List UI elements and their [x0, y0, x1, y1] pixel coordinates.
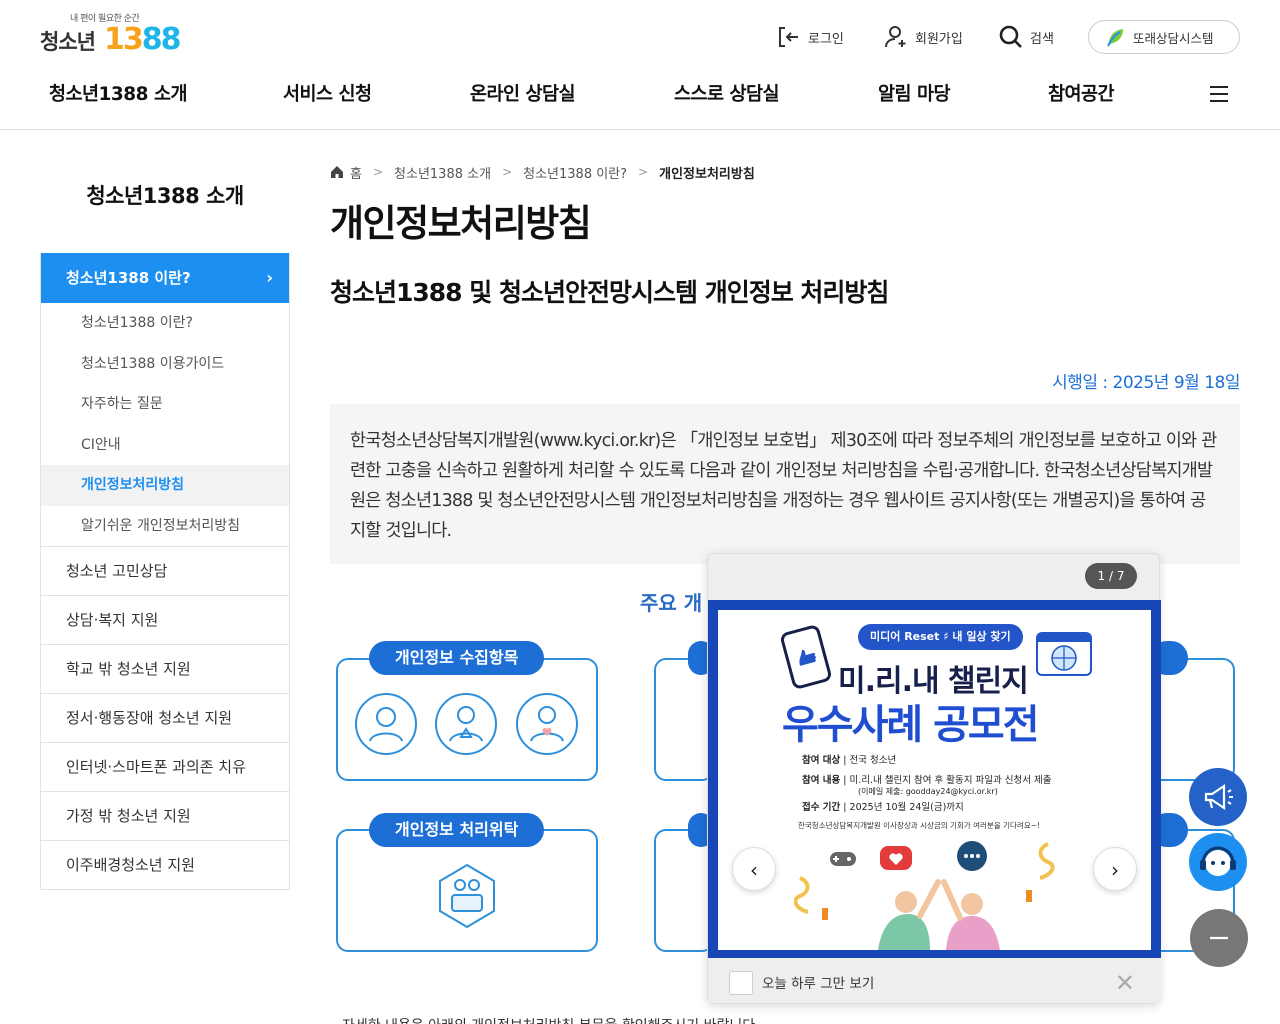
popup-footer: 오늘 하루 그만 보기 ✕ [708, 958, 1161, 1003]
leaf-icon [1107, 29, 1123, 47]
lnb-sub-item[interactable]: 자주하는 질문 [41, 384, 289, 425]
bottom-guide-text: 자세한 내용은 아래의 개인정보처리방침 본문을 확인해주시기 바랍니다. [342, 1015, 760, 1024]
section-title: 청소년1388 및 청소년안전망시스템 개인정보 처리방침 [330, 278, 889, 307]
popup-info-content: 참여 내용 | 미.리.내 챌린지 참여 후 활동지 파일과 신청서 제출 [802, 775, 1052, 786]
minus-icon [1210, 936, 1228, 940]
hide-today-label[interactable]: 오늘 하루 그만 보기 [762, 972, 874, 992]
headset-counselor-icon [1200, 846, 1236, 876]
logo-text: 청소년 [40, 30, 96, 54]
card-label-collection: 개인정보 수집항목 [369, 641, 545, 675]
user-icon [355, 693, 417, 755]
notice-fab-button[interactable] [1189, 768, 1247, 826]
gnb-item-online-counsel[interactable]: 온라인 상담실 [470, 80, 576, 106]
globe-icon [1036, 632, 1092, 676]
popup-page-counter: 1 / 7 [1085, 563, 1137, 589]
user-add-icon [885, 26, 906, 48]
breadcrumb-home[interactable]: 홈 [350, 163, 362, 182]
lnb-sub-item[interactable]: 청소년1388 이란? [41, 303, 289, 344]
lnb-title: 청소년1388 소개 [86, 184, 244, 208]
main-navigation: 청소년1388 소개 서비스 신청 온라인 상담실 스스로 상담실 알림 마당 … [0, 80, 1280, 112]
effective-date: 시행일 : 2025년 9월 18일 [1052, 373, 1240, 393]
handshake-icon [439, 863, 495, 929]
search-icon [999, 25, 1022, 48]
gnb-item-self-counsel[interactable]: 스스로 상담실 [674, 80, 780, 106]
lnb-main-item[interactable]: 정서·행동장애 청소년 지원 [41, 693, 289, 742]
search-link[interactable]: 검색 [998, 20, 1054, 54]
key-items-heading: 주요 개 [640, 591, 703, 615]
chevron-right-icon: > [502, 165, 513, 179]
popup-info-period: 접수 기간 | 2025년 10월 24일(금)까지 [802, 802, 964, 813]
join-link[interactable]: 회원가입 [883, 20, 963, 54]
logo-number: 1388 [104, 22, 181, 57]
breadcrumb-current: 개인정보처리방침 [659, 166, 755, 182]
home-icon[interactable] [330, 165, 344, 179]
chevron-right-icon: › [266, 268, 273, 287]
lnb-active-item[interactable]: 청소년1388 이란? › [41, 253, 289, 303]
chevron-right-icon: > [372, 165, 384, 179]
info-card-hidden [654, 829, 714, 952]
info-card-outsourcing [336, 829, 598, 952]
login-link[interactable]: 로그인 [776, 20, 844, 54]
phone-icon [779, 623, 833, 691]
lnb-sub-item[interactable]: 청소년1388 이용가이드 [41, 343, 289, 384]
megaphone-icon [1204, 783, 1233, 811]
high-five-illustration [878, 879, 1000, 950]
gamepad-icon [830, 852, 856, 866]
lnb-main-item[interactable]: 가정 밖 청소년 지원 [41, 791, 289, 840]
gnb-item-service[interactable]: 서비스 신청 [283, 80, 372, 106]
login-label: 로그인 [808, 31, 844, 47]
breadcrumb-level1[interactable]: 청소년1388 소개 [394, 163, 491, 182]
event-popup: 1 / 7 미디어 Reset ♯ 내 일상 찾기 미.리.내 챌린지 우수사례… [707, 553, 1161, 1004]
user-heart-icon [516, 693, 578, 755]
lnb-sub-item[interactable]: CI안내 [41, 424, 289, 465]
popup-next-button[interactable]: › [1093, 847, 1137, 891]
lnb-main-item[interactable]: 인터넷·스마트폰 과의존 치유 [41, 742, 289, 791]
popup-prev-button[interactable]: ‹ [732, 847, 776, 891]
lnb-sub-item[interactable]: 알기쉬운 개인정보처리방침 [41, 505, 289, 546]
lnb-sub-item-current[interactable]: 개인정보처리방침 [41, 465, 289, 506]
join-label: 회원가입 [915, 31, 963, 47]
chat-counsel-fab-button[interactable] [1189, 833, 1247, 891]
confetti-icon [1026, 842, 1055, 902]
popup-banner[interactable]: 미디어 Reset ♯ 내 일상 찾기 미.리.내 챌린지 우수사례 공모전 참… [708, 600, 1161, 960]
gnb-item-about[interactable]: 청소년1388 소개 [49, 80, 188, 106]
peer-counsel-system-button[interactable]: 또래상담시스템 [1088, 20, 1240, 54]
popup-note: 한국청소년상담복지개발원 이사장상과 시상금의 기회가 여러분을 기다려요~! [798, 821, 1041, 830]
page-title: 개인정보처리방침 [330, 202, 592, 245]
lnb-main-item[interactable]: 이주배경청소년 지원 [41, 840, 289, 889]
chat-icon [957, 841, 987, 871]
popup-tag: 미디어 Reset ♯ 내 일상 찾기 [858, 624, 1023, 650]
user-info-icon [435, 693, 497, 755]
breadcrumb-level2[interactable]: 청소년1388 이란? [523, 163, 627, 182]
gnb-item-notice[interactable]: 알림 마당 [878, 80, 951, 106]
site-logo[interactable]: 내 편이 필요한 순간 청소년 1388 [40, 10, 190, 60]
lnb-main-item[interactable]: 상담·복지 지원 [41, 595, 289, 644]
login-icon [779, 27, 798, 47]
info-card-collection [336, 658, 598, 781]
info-card-hidden [654, 658, 714, 781]
side-navigation: 청소년1388 이란? › 청소년1388 이란? 청소년1388 이용가이드 … [40, 253, 290, 890]
lnb-main-item[interactable]: 학교 밖 청소년 지원 [41, 644, 289, 693]
close-icon[interactable]: ✕ [1115, 969, 1135, 997]
info-card-hidden [1150, 658, 1235, 781]
intro-text: 한국청소년상담복지개발원(www.kyci.or.kr)은 「개인정보 보호법」… [330, 404, 1240, 564]
breadcrumb: 홈 > 청소년1388 소개 > 청소년1388 이란? > 개인정보처리방침 [330, 163, 755, 182]
card-label-outsourcing: 개인정보 처리위탁 [369, 813, 545, 847]
gnb-item-participation[interactable]: 참여공간 [1048, 80, 1115, 106]
menu-icon[interactable] [1210, 86, 1230, 104]
site-header: 내 편이 필요한 순간 청소년 1388 로그인 회원가입 검색 또래상담시스템… [0, 0, 1280, 130]
search-label: 검색 [1030, 31, 1054, 47]
chevron-right-icon: > [638, 165, 649, 179]
lnb-main-item[interactable]: 청소년 고민상담 [41, 546, 289, 595]
popup-info-email: (이메일 제출: goodday24@kyci.or.kr) [858, 787, 998, 796]
popup-title-line2: 우수사례 공모전 [782, 702, 1040, 748]
confetti-icon [794, 876, 828, 920]
hide-today-checkbox[interactable] [729, 971, 753, 995]
peer-counsel-label: 또래상담시스템 [1133, 30, 1214, 46]
popup-info-target: 참여 대상 | 전국 청소년 [802, 755, 897, 766]
fab-collapse-button[interactable] [1190, 909, 1248, 967]
